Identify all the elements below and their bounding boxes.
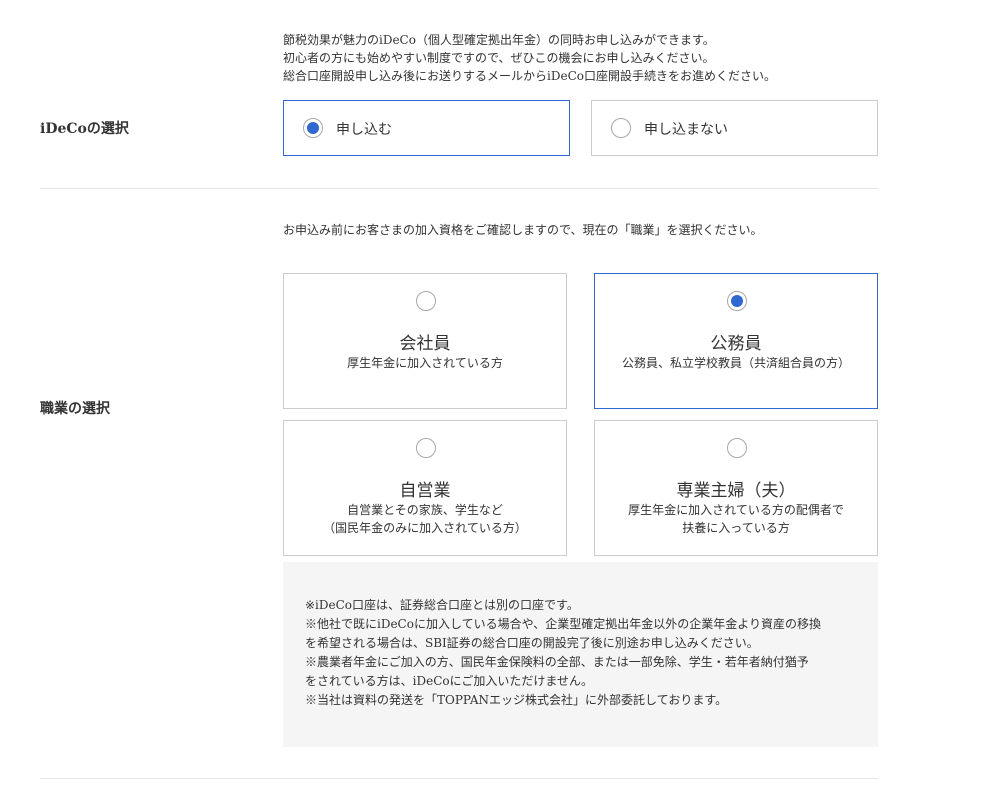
ideco-option-apply[interactable]: 申し込む	[283, 100, 570, 156]
occupation-option-public-servant[interactable]: 公務員 公務員、私立学校教員（共済組合員の方）	[594, 273, 878, 409]
note-line: ※iDeCo口座は、証券総合口座とは別の口座です。	[305, 598, 579, 612]
ideco-description-line: 節税効果が魅力のiDeCo（個人型確定拠出年金）の同時お申し込みができます。	[283, 33, 715, 47]
occupation-option-title: 公務員	[710, 334, 762, 354]
occupation-option-description-line: 厚生年金に加入されている方	[347, 356, 503, 370]
occupation-option-description-line: 扶養に入っている方	[682, 521, 790, 535]
radio-selected-icon[interactable]	[303, 118, 323, 138]
note-line: をされている方は、iDeCoにご加入いただけません。	[305, 674, 594, 688]
radio-unselected-icon[interactable]	[416, 291, 436, 311]
occupation-option-title: 会社員	[399, 334, 451, 354]
occupation-option-description: 厚生年金に加入されている方の配偶者で 扶養に入っている方	[595, 501, 877, 537]
ideco-option-apply-label: 申し込む	[336, 122, 392, 138]
ideco-description: 節税効果が魅力のiDeCo（個人型確定拠出年金）の同時お申し込みができます。 初…	[283, 31, 776, 85]
note-line: ※他社で既にiDeCoに加入している場合や、企業型確定拠出年金以外の企業年金より…	[305, 617, 822, 631]
occupation-option-title: 専業主婦（夫）	[676, 481, 796, 501]
occupation-option-employee[interactable]: 会社員 厚生年金に加入されている方	[283, 273, 567, 409]
occupation-option-homemaker[interactable]: 専業主婦（夫） 厚生年金に加入されている方の配偶者で 扶養に入っている方	[594, 420, 878, 556]
ideco-option-decline-label: 申し込まない	[644, 122, 728, 138]
ideco-description-line: 総合口座開設申し込み後にお送りするメールからiDeCo口座開設手続きをお進めくだ…	[283, 69, 776, 83]
ideco-section-label: iDeCoの選択	[40, 121, 129, 137]
occupation-option-title: 自営業	[399, 481, 451, 501]
occupation-option-description: 厚生年金に加入されている方	[284, 354, 566, 372]
radio-selected-icon[interactable]	[727, 291, 747, 311]
note-line: ※当社は資料の発送を「TOPPANエッジ株式会社」に外部委託しております。	[305, 693, 728, 707]
occupation-option-description-line: 自営業とその家族、学生など	[347, 503, 503, 517]
radio-unselected-icon[interactable]	[727, 438, 747, 458]
radio-unselected-icon[interactable]	[611, 118, 631, 138]
occupation-option-description: 公務員、私立学校教員（共済組合員の方）	[595, 354, 877, 372]
occupation-option-description-line: （国民年金のみに加入されている方）	[323, 521, 527, 535]
ideco-option-decline[interactable]: 申し込まない	[591, 100, 878, 156]
section-divider	[40, 188, 878, 189]
occupation-option-self-employed[interactable]: 自営業 自営業とその家族、学生など （国民年金のみに加入されている方）	[283, 420, 567, 556]
occupation-option-description-line: 厚生年金に加入されている方の配偶者で	[628, 503, 844, 517]
note-line: を希望される場合は、SBI証券の総合口座の開設完了後に別途お申し込みください。	[305, 636, 759, 650]
occupation-section-label: 職業の選択	[40, 401, 110, 417]
section-divider	[40, 778, 878, 779]
ideco-description-line: 初心者の方にも始めやすい制度ですので、ぜひこの機会にお申し込みください。	[283, 51, 715, 65]
radio-unselected-icon[interactable]	[416, 438, 436, 458]
occupation-description: お申込み前にお客さまの加入資格をご確認しますので、現在の「職業」を選択ください。	[283, 223, 763, 237]
note-line: ※農業者年金にご加入の方、国民年金保険料の全部、または一部免除、学生・若年者納付…	[305, 655, 809, 669]
occupation-option-description: 自営業とその家族、学生など （国民年金のみに加入されている方）	[284, 501, 566, 537]
occupation-option-description-line: 公務員、私立学校教員（共済組合員の方）	[621, 356, 850, 370]
occupation-notes-box: ※iDeCo口座は、証券総合口座とは別の口座です。 ※他社で既にiDeCoに加入…	[283, 562, 878, 747]
